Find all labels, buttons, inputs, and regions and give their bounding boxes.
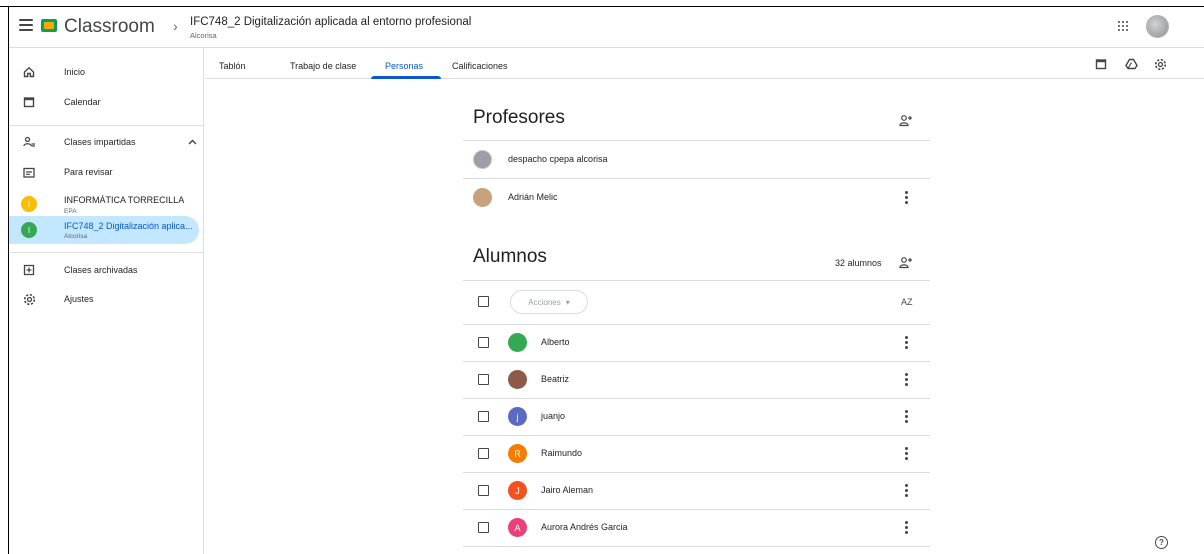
sidebar-divider [9,252,204,253]
student-name: Aurora Andrés Garcia [541,522,628,532]
avatar: A [508,518,527,537]
student-name: Raimundo [541,448,583,458]
sidebar: Inicio Calendar Clases impartidas Para r… [9,48,204,554]
row-divider [463,178,930,179]
calendar-icon[interactable] [1094,57,1108,71]
sidebar-item-label: Inicio [64,67,86,77]
more-options-icon[interactable] [905,191,908,204]
select-all-checkbox[interactable] [478,296,489,307]
help-icon[interactable]: ? [1155,536,1168,549]
more-options-icon[interactable] [905,336,908,349]
sort-az-icon[interactable]: AZ [901,297,913,307]
people-icon [22,135,36,149]
sidebar-item-ifc748-2[interactable]: I IFC748_2 Digitalización aplica... Alco… [9,216,199,244]
sidebar-item-label: INFORMÁTICA TORRECILLA [64,195,185,205]
sidebar-item-inicio[interactable]: Inicio [9,58,199,86]
gear-icon[interactable] [1153,57,1167,71]
student-row[interactable]: Beatriz [463,362,930,398]
teacher-row[interactable]: despacho cpepa alcorisa [463,142,930,178]
sidebar-item-sublabel: Alcorisa [64,233,88,240]
student-checkbox[interactable] [478,448,489,459]
class-tabs: Tablón Trabajo de clase Personas Calific… [205,48,1204,79]
gear-icon [22,292,36,306]
sidebar-item-clases-impartidas[interactable]: Clases impartidas [9,128,199,156]
students-title: Alumnos [473,246,547,267]
student-row[interactable]: A Aurora Andrés Garcia [463,510,930,546]
more-options-icon[interactable] [905,410,908,423]
student-row[interactable]: J Jairo Aleman [463,473,930,509]
student-checkbox[interactable] [478,374,489,385]
class-badge-icon: I [21,196,37,212]
student-checkbox[interactable] [478,411,489,422]
sidebar-divider [9,125,204,126]
tab-trabajo-de-clase[interactable]: Trabajo de clase [290,61,356,71]
teacher-name: despacho cpepa alcorisa [508,154,608,164]
sidebar-item-label: Para revisar [64,167,113,177]
more-options-icon[interactable] [905,447,908,460]
students-divider [463,280,930,281]
avatar: R [508,444,527,463]
avatar [473,188,492,207]
sidebar-item-calendar[interactable]: Calendar [9,88,199,116]
sidebar-item-clases-archivadas[interactable]: Clases archivadas [9,256,199,284]
teacher-row[interactable]: Adrián Melic [463,180,930,216]
profile-avatar[interactable] [1146,15,1169,38]
breadcrumb-separator: › [173,18,178,34]
student-name: Beatriz [541,374,570,384]
student-name: juanjo [541,411,566,421]
brand-name[interactable]: Classroom [64,16,155,38]
teacher-name: Adrián Melic [508,192,558,202]
tab-personas[interactable]: Personas [385,61,423,71]
add-person-icon[interactable] [899,256,913,270]
drive-icon[interactable] [1124,57,1138,71]
more-options-icon[interactable] [905,521,908,534]
archive-icon [22,263,36,277]
sidebar-item-label: Calendar [64,97,101,107]
avatar [508,333,527,352]
student-name: Jairo Aleman [541,485,594,495]
hamburger-menu-icon[interactable] [19,19,33,31]
actions-dropdown[interactable]: Acciones ▾ [510,290,588,314]
sidebar-item-label: Ajustes [64,294,94,304]
more-options-icon[interactable] [905,484,908,497]
student-checkbox[interactable] [478,522,489,533]
avatar: j [508,407,527,426]
app-header: Classroom › IFC748_2 Digitalización apli… [9,7,1204,48]
class-title[interactable]: IFC748_2 Digitalización aplicada al ento… [190,16,471,28]
calendar-icon [22,95,36,109]
more-options-icon[interactable] [905,373,908,386]
apps-grid-icon[interactable] [1118,21,1128,31]
student-row[interactable]: j juanjo [463,399,930,435]
sidebar-item-ajustes[interactable]: Ajustes [9,285,199,313]
class-badge-icon: I [21,222,37,238]
students-count: 32 alumnos [835,258,882,268]
sidebar-item-label: Clases impartidas [64,137,136,147]
home-icon [22,65,36,79]
class-subtitle: Alcorisa [190,31,217,40]
active-tab-indicator [371,76,441,79]
caret-down-icon: ▾ [565,297,570,307]
sidebar-item-label: Clases archivadas [64,265,138,275]
tab-tablon[interactable]: Tablón [219,61,246,71]
tab-calificaciones[interactable]: Calificaciones [452,61,508,71]
avatar: J [508,481,527,500]
sidebar-item-para-revisar[interactable]: Para revisar [9,158,199,186]
classroom-logo-icon[interactable] [41,19,57,32]
student-checkbox[interactable] [478,485,489,496]
student-row[interactable]: R Raimundo [463,436,930,472]
avatar [473,150,492,169]
review-folder-icon [22,165,36,179]
student-name: Alberto [541,337,570,347]
teachers-title: Profesores [473,107,565,128]
row-divider [463,546,930,547]
actions-label: Acciones [528,297,561,307]
teachers-divider [463,140,930,141]
avatar [508,370,527,389]
chevron-up-icon[interactable] [188,137,197,147]
sidebar-item-sublabel: EPA [64,208,77,215]
sidebar-item-label: IFC748_2 Digitalización aplica... [64,221,193,231]
student-checkbox[interactable] [478,337,489,348]
student-row[interactable]: Alberto [463,325,930,361]
add-person-icon[interactable] [899,114,913,128]
